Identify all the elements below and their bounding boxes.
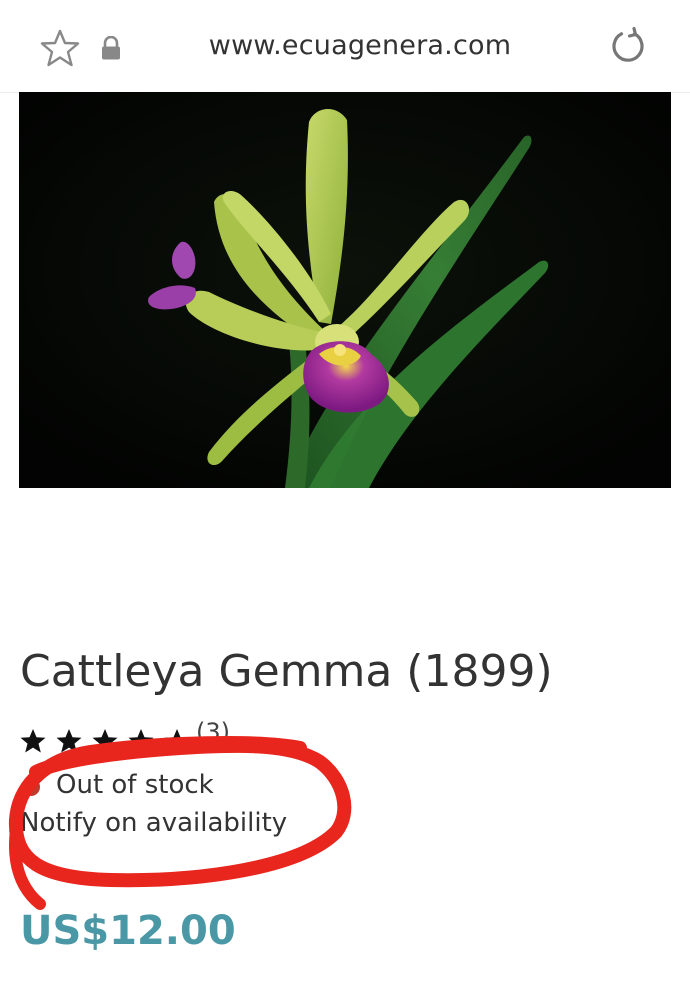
lock-icon xyxy=(100,35,122,60)
rating-count[interactable]: (3) xyxy=(196,718,230,746)
product-page: www.ecuagenera.com Cattleya Gemma (1899)… xyxy=(0,0,690,1000)
stock-status: Out of stock xyxy=(22,770,214,800)
out-of-stock-dot-icon xyxy=(22,777,40,796)
reload-icon[interactable] xyxy=(608,26,648,66)
bookmark-star-icon[interactable] xyxy=(40,28,80,68)
rating-stars xyxy=(20,728,190,754)
browser-address-bar: www.ecuagenera.com xyxy=(0,0,690,93)
rating-star-icon xyxy=(164,729,190,753)
rating-star-icon xyxy=(56,729,82,753)
product-rating[interactable]: (3) xyxy=(20,718,230,756)
address-url[interactable]: www.ecuagenera.com xyxy=(140,30,580,61)
product-image[interactable] xyxy=(19,92,671,488)
rating-star-icon xyxy=(128,729,154,753)
rating-star-icon xyxy=(92,729,118,753)
product-price: US$12.00 xyxy=(20,908,236,954)
rating-star-icon xyxy=(20,729,46,753)
notify-on-availability-link[interactable]: Notify on availability xyxy=(20,808,287,838)
stock-status-text: Out of stock xyxy=(56,770,214,800)
product-title: Cattleya Gemma (1899) xyxy=(20,646,553,697)
